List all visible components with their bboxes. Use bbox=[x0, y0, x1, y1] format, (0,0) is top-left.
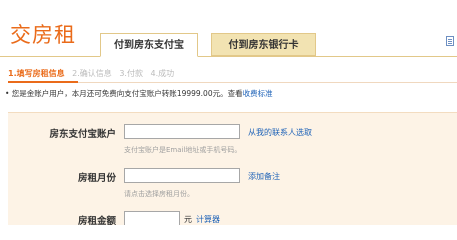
header: 交房租 付到房东银行卡 付到房东支付宝 bbox=[0, 0, 457, 58]
step-fill-info: 1.填写房租信息 bbox=[8, 69, 65, 78]
notice-text-middle: 。查看 bbox=[220, 89, 243, 98]
tab-alipay[interactable]: 付到房东支付宝 bbox=[100, 33, 198, 57]
rent-month-input[interactable] bbox=[124, 168, 240, 183]
fee-standard-link[interactable]: 收费标准 bbox=[243, 89, 273, 98]
rent-month-hint: 请点击选择房租月份。 bbox=[124, 190, 194, 198]
document-icon[interactable] bbox=[446, 36, 454, 46]
rent-form: 房东支付宝账户 从我的联系人选取 支付宝账户是Email地址或手机号码。 房租月… bbox=[8, 112, 457, 225]
step-success: 4.成功 bbox=[150, 69, 175, 78]
quota-notice: • 您是金账户用户，本月还可免费向支付宝账户转账19999.00元。查看收费标准 bbox=[5, 88, 273, 99]
calculator-link[interactable]: 计算器 bbox=[196, 214, 220, 225]
page-title: 交房租 bbox=[10, 23, 76, 47]
add-note-link[interactable]: 添加备注 bbox=[248, 171, 280, 182]
progress-steps: 1.填写房租信息 2.确认信息 3.付款 4.成功 bbox=[8, 68, 179, 80]
rent-amount-input[interactable] bbox=[124, 211, 180, 225]
tab-bank-card[interactable]: 付到房东银行卡 bbox=[211, 33, 316, 56]
amount-unit: 元 bbox=[184, 215, 192, 224]
choose-contact-link[interactable]: 从我的联系人选取 bbox=[248, 127, 312, 138]
landlord-account-hint: 支付宝账户是Email地址或手机号码。 bbox=[124, 146, 242, 154]
landlord-account-input[interactable] bbox=[124, 124, 240, 139]
progress-current-indicator bbox=[8, 81, 78, 83]
notice-text: • 您是金账户用户，本月还可免费向支付宝账户转账 bbox=[5, 89, 177, 98]
rent-payment-page: 交房租 付到房东银行卡 付到房东支付宝 1.填写房租信息 2.确认信息 3.付款… bbox=[0, 0, 457, 225]
step-pay: 3.付款 bbox=[119, 69, 143, 78]
notice-amount: 19999.00元 bbox=[176, 89, 221, 98]
rent-amount-label: 房租金额 bbox=[77, 216, 116, 225]
landlord-account-label: 房东支付宝账户 bbox=[49, 129, 116, 140]
tab-divider bbox=[0, 56, 457, 57]
rent-month-label: 房租月份 bbox=[77, 173, 116, 184]
step-confirm: 2.确认信息 bbox=[72, 69, 112, 78]
